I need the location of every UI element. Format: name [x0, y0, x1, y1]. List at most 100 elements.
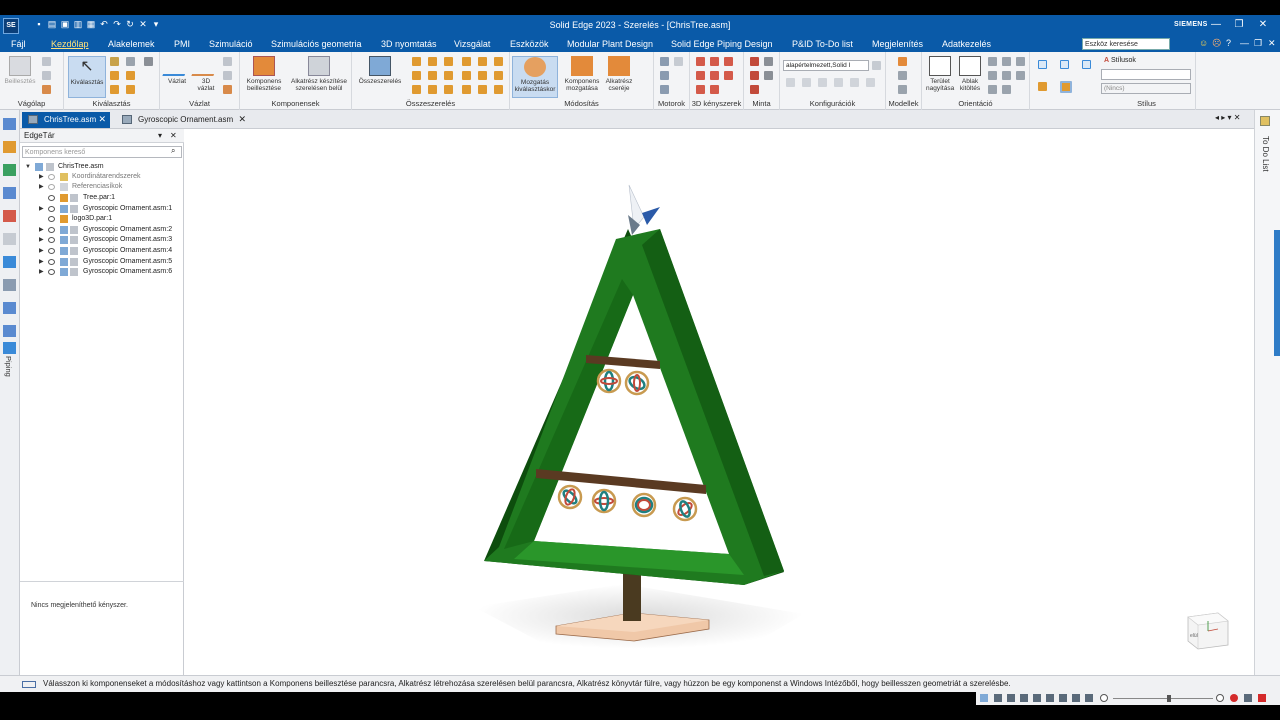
style-value-select[interactable]: (Nincs)	[1101, 83, 1191, 94]
visibility-icon[interactable]	[48, 216, 55, 222]
motor-icon-1[interactable]	[660, 57, 669, 66]
model-icon-1[interactable]	[898, 57, 907, 66]
relationships-icon[interactable]	[3, 279, 16, 291]
pattern-icon-2[interactable]	[764, 57, 773, 66]
motor-icon-2[interactable]	[660, 71, 669, 80]
search-icon[interactable]: ⌕	[171, 146, 175, 156]
motor-icon-4[interactable]	[674, 57, 683, 66]
relation-icon-4[interactable]	[428, 57, 437, 66]
component-search-input[interactable]: Komponens kereső	[22, 146, 182, 158]
expand-icon[interactable]: ▶	[39, 236, 45, 244]
visibility-icon[interactable]	[48, 195, 55, 201]
todo-list-icon[interactable]	[1260, 116, 1270, 126]
view-icon-7[interactable]	[1016, 57, 1025, 66]
tree-node-ornament-1[interactable]: ▶ Gyroscopic Ornament.asm:1	[20, 204, 184, 214]
expand-icon[interactable]: ▶	[39, 258, 45, 266]
features-library-icon[interactable]	[3, 164, 16, 176]
zoom-area-small-icon[interactable]	[1007, 694, 1015, 702]
select-option-icon-5[interactable]	[126, 71, 135, 80]
tab-adatkezeles[interactable]: Adatkezelés	[942, 39, 991, 49]
visibility-icon[interactable]	[48, 237, 55, 243]
tree-node-reference-planes[interactable]: ▶ Referenciasíkok	[20, 182, 184, 192]
pane-close-icon[interactable]: ✕	[170, 129, 177, 143]
tab-piping-design[interactable]: Solid Edge Piping Design	[671, 39, 773, 49]
tree-node-ornament-6[interactable]: ▶ Gyroscopic Ornament.asm:6	[20, 267, 184, 277]
panel-scrollbar[interactable]	[1274, 230, 1280, 356]
select-option-icon-1[interactable]	[110, 57, 119, 66]
styles-button[interactable]: A Stílusok	[1104, 57, 1136, 64]
select-option-icon-6[interactable]	[126, 85, 135, 94]
sketch-option-icon-3[interactable]	[223, 85, 232, 94]
tree-node-root[interactable]: ▼ ChrisTree.asm	[20, 162, 184, 172]
help-panel-icon[interactable]	[3, 256, 16, 268]
replace-part-button[interactable]: Alkatrész cseréje	[604, 56, 634, 92]
tab-modular-plant-design[interactable]: Modular Plant Design	[567, 39, 653, 49]
section-view-icon[interactable]	[1059, 694, 1067, 702]
zoom-area-button[interactable]: Terület nagyítása	[926, 56, 954, 92]
view-icon-2[interactable]	[988, 71, 997, 80]
view-icon-6[interactable]	[1002, 85, 1011, 94]
tree-node-ornament-3[interactable]: ▶ Gyroscopic Ornament.asm:3	[20, 235, 184, 245]
relation-icon-7[interactable]	[444, 57, 453, 66]
close-tab-icon[interactable]: ✕	[98, 112, 106, 127]
zoom-in-icon[interactable]	[1216, 694, 1224, 702]
view-icon-4[interactable]	[1002, 57, 1011, 66]
visibility-icon[interactable]	[48, 248, 55, 254]
command-search-input[interactable]: Eszköz keresése	[1082, 38, 1170, 50]
select-option-icon-7[interactable]	[144, 57, 153, 66]
zoom-out-icon[interactable]	[1100, 694, 1108, 702]
tree-node-logo3d[interactable]: logo3D.par:1	[20, 214, 184, 224]
config-option-icon-2[interactable]	[802, 78, 811, 87]
link-icon[interactable]	[3, 233, 16, 245]
pattern-icon-4[interactable]	[764, 71, 773, 80]
config-option-icon-5[interactable]	[850, 78, 859, 87]
tab-alakelemek[interactable]: Alakelemek	[108, 39, 155, 49]
tree-node-ornament-2[interactable]: ▶ Gyroscopic Ornament.asm:2	[20, 225, 184, 235]
relation-icon-17[interactable]	[494, 71, 503, 80]
record-icon[interactable]	[1230, 694, 1238, 702]
view-icon-3[interactable]	[988, 85, 997, 94]
tab-megjelenites[interactable]: Megjelenítés	[872, 39, 923, 49]
expand-icon[interactable]: ▶	[39, 268, 45, 276]
relation-icon-11[interactable]	[462, 71, 471, 80]
tab-szimulacios-geometria[interactable]: Szimulációs geometria	[271, 39, 362, 49]
expand-icon[interactable]: ▶	[39, 205, 45, 213]
pattern-icon-3[interactable]	[750, 71, 759, 80]
visibility-icon[interactable]	[48, 259, 55, 265]
config-option-icon-4[interactable]	[834, 78, 843, 87]
visibility-icon[interactable]	[48, 184, 55, 190]
shaded-edges-icon[interactable]	[1060, 81, 1072, 93]
doc-tab-gyroscopic[interactable]: Gyroscopic Ornament.asm ✕	[116, 112, 250, 128]
video-icon[interactable]	[1258, 694, 1266, 702]
visibility-icon[interactable]	[48, 206, 55, 212]
expand-icon[interactable]: ▶	[39, 183, 45, 191]
select-option-icon-2[interactable]	[110, 71, 119, 80]
model-view[interactable]: elül	[184, 129, 1254, 675]
configuration-select[interactable]: alapértelmezett,Solid I	[783, 60, 869, 71]
relation-icon-5[interactable]	[428, 71, 437, 80]
expand-icon[interactable]: ▶	[39, 173, 45, 181]
tab-szimulacio[interactable]: Szimuláció	[209, 39, 253, 49]
sketch-button[interactable]: Vázlat	[162, 56, 192, 85]
tab-fajl[interactable]: Fájl	[11, 39, 26, 49]
view-cube[interactable]: elül	[1187, 612, 1229, 650]
sensors-icon[interactable]	[3, 210, 16, 222]
constraint-icon-4[interactable]	[696, 71, 705, 80]
cut-icon[interactable]	[42, 57, 51, 66]
minimize-button[interactable]: —	[1209, 19, 1223, 30]
config-option-icon-6[interactable]	[866, 78, 875, 87]
visibility-icon[interactable]	[48, 269, 55, 275]
config-option-icon-1[interactable]	[786, 78, 795, 87]
constraint-icon-3[interactable]	[724, 57, 733, 66]
model-icon-2[interactable]	[898, 71, 907, 80]
zoom-slider-track[interactable]	[1113, 698, 1213, 699]
piping-label[interactable]: Piping	[4, 356, 13, 377]
constraint-icon-6[interactable]	[724, 71, 733, 80]
relation-icon-12[interactable]	[462, 85, 471, 94]
close-button[interactable]: ✕	[1256, 19, 1270, 30]
relation-icon-2[interactable]	[412, 71, 421, 80]
tab-pid-todo[interactable]: P&ID To-Do list	[792, 39, 853, 49]
relation-icon-9[interactable]	[444, 85, 453, 94]
zoom-fit-icon[interactable]	[980, 694, 988, 702]
relation-icon-10[interactable]	[462, 57, 471, 66]
